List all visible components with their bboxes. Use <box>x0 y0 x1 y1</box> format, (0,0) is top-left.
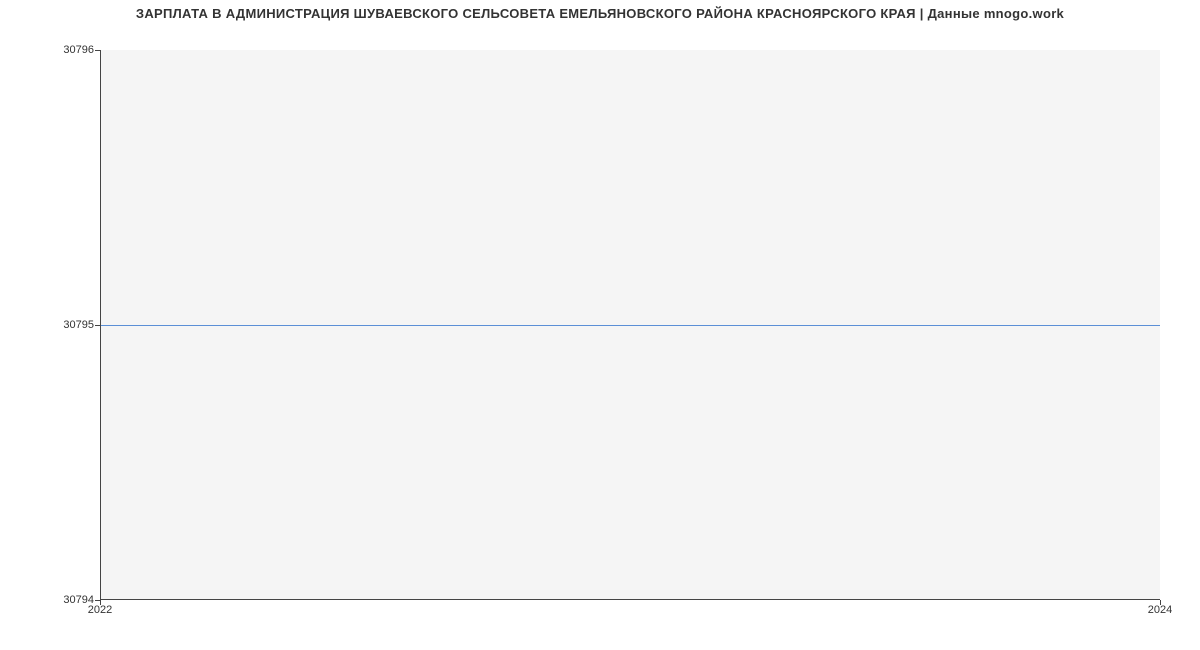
x-tick-label: 2022 <box>88 604 112 616</box>
series-line <box>101 325 1160 326</box>
x-tick-mark <box>1160 600 1161 605</box>
x-tick-mark <box>100 600 101 605</box>
plot-area <box>100 50 1160 600</box>
chart-container: ЗАРПЛАТА В АДМИНИСТРАЦИЯ ШУВАЕВСКОГО СЕЛ… <box>0 0 1200 650</box>
y-tick-label: 30796 <box>63 44 94 56</box>
chart-title: ЗАРПЛАТА В АДМИНИСТРАЦИЯ ШУВАЕВСКОГО СЕЛ… <box>0 6 1200 21</box>
y-tick-label: 30795 <box>63 319 94 331</box>
x-tick-label: 2024 <box>1148 604 1172 616</box>
